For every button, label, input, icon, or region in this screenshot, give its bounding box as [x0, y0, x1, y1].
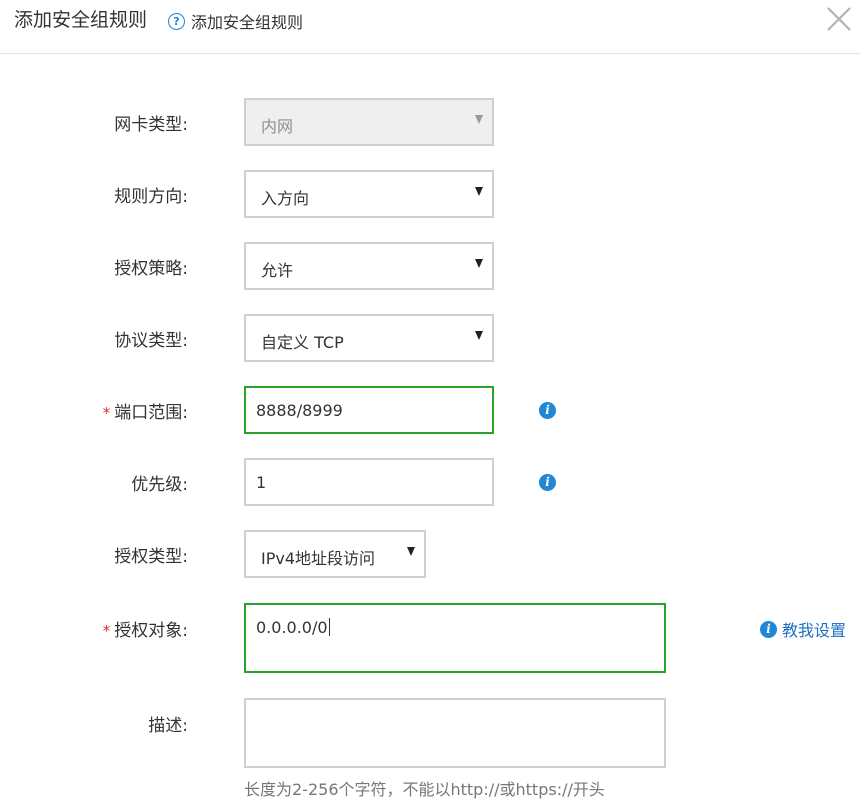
- help-link[interactable]: ? 添加安全组规则: [168, 9, 303, 33]
- required-mark: *: [102, 622, 111, 640]
- direction-label: 规则方向:: [114, 187, 188, 207]
- port-range-label: * 端口范围:: [102, 403, 188, 423]
- dialog-title: 添加安全组规则: [14, 9, 148, 31]
- protocol-label: 协议类型:: [114, 331, 188, 351]
- caret-down-icon: [475, 115, 483, 124]
- text-caret: [328, 618, 330, 636]
- close-icon[interactable]: [824, 4, 854, 34]
- caret-down-icon: [475, 259, 483, 268]
- nic-type-select: 内网: [244, 98, 494, 146]
- info-icon[interactable]: i: [539, 402, 556, 419]
- required-mark: *: [102, 404, 111, 422]
- dialog-header: 添加安全组规则 ? 添加安全组规则: [0, 0, 860, 54]
- nic-type-label: 网卡类型:: [114, 115, 188, 135]
- policy-label: 授权策略:: [114, 259, 188, 279]
- description-textarea[interactable]: [244, 698, 666, 768]
- nic-type-value: 内网: [261, 117, 294, 136]
- teach-me-label[interactable]: 教我设置: [782, 617, 846, 641]
- priority-label: 优先级:: [131, 475, 188, 495]
- auth-object-value: 0.0.0.0/0: [256, 618, 330, 637]
- priority-input[interactable]: 1: [244, 458, 494, 506]
- port-range-input[interactable]: 8888/8999: [244, 386, 494, 434]
- info-icon[interactable]: i: [760, 620, 777, 638]
- direction-select[interactable]: 入方向: [244, 170, 494, 218]
- caret-down-icon: [475, 331, 483, 340]
- description-label: 描述:: [148, 716, 188, 736]
- auth-object-textarea[interactable]: 0.0.0.0/0: [244, 603, 666, 673]
- auth-type-select[interactable]: IPv4地址段访问: [244, 530, 426, 578]
- protocol-select[interactable]: 自定义 TCP: [244, 314, 494, 362]
- teach-me-link[interactable]: i 教我设置: [760, 617, 846, 641]
- help-link-label[interactable]: 添加安全组规则: [191, 9, 303, 33]
- policy-value: 允许: [261, 261, 294, 280]
- caret-down-icon: [407, 547, 415, 556]
- auth-object-label: * 授权对象:: [102, 621, 188, 641]
- policy-select[interactable]: 允许: [244, 242, 494, 290]
- question-circle-icon[interactable]: ?: [168, 12, 185, 30]
- priority-value: 1: [256, 473, 267, 492]
- port-range-value: 8888/8999: [256, 401, 343, 420]
- direction-value: 入方向: [261, 189, 310, 208]
- info-icon[interactable]: i: [539, 474, 556, 491]
- protocol-value: 自定义 TCP: [261, 333, 344, 352]
- description-hint: 长度为2-256个字符，不能以http://或https://开头: [244, 780, 605, 799]
- auth-type-value: IPv4地址段访问: [261, 549, 376, 568]
- auth-type-label: 授权类型:: [114, 547, 188, 567]
- caret-down-icon: [475, 187, 483, 196]
